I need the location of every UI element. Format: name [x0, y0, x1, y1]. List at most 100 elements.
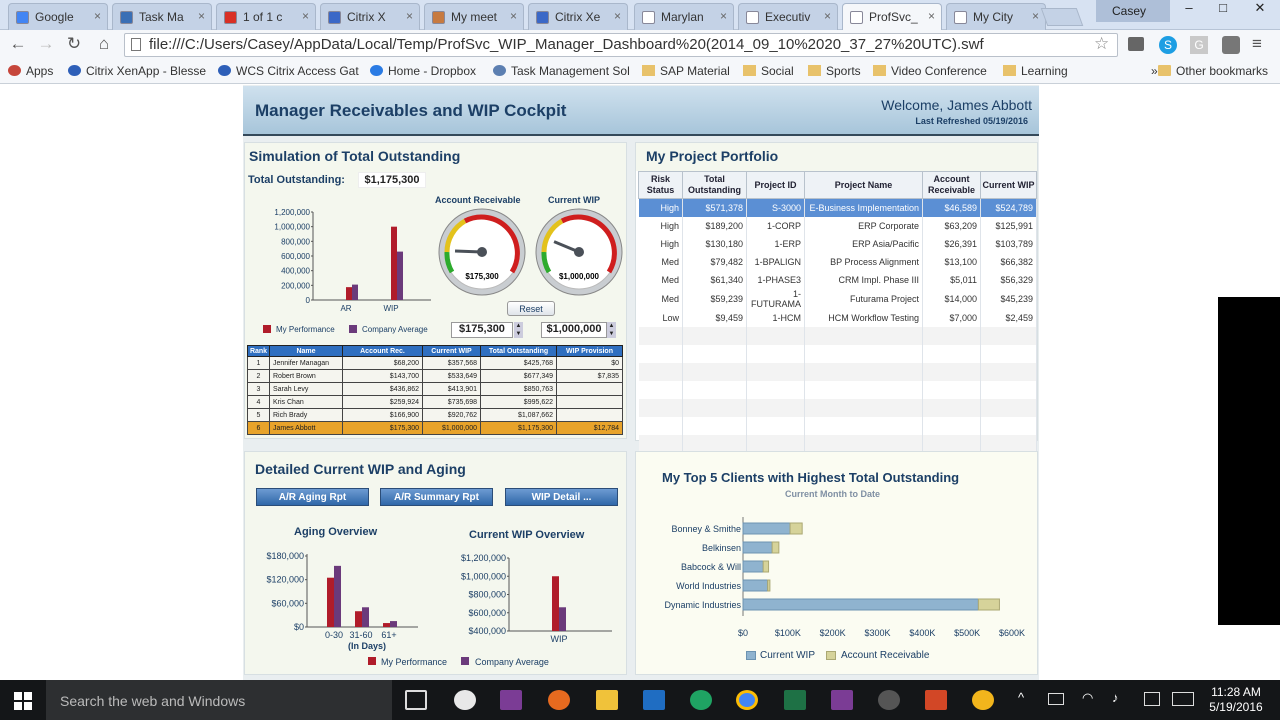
- client-bar-account-receivable[interactable]: [762, 560, 770, 573]
- tab-close-icon[interactable]: ×: [720, 9, 727, 23]
- tab-task-ma[interactable]: Task Ma ×: [112, 3, 212, 30]
- client-bar-account-receivable[interactable]: [977, 598, 1000, 611]
- tab-close-icon[interactable]: ×: [614, 9, 621, 23]
- wip-stepper-icon[interactable]: ▲ ▼: [607, 322, 616, 338]
- tab-1-of-1-c[interactable]: 1 of 1 c ×: [216, 3, 316, 30]
- app-circle-icon[interactable]: [878, 690, 900, 710]
- rank-row[interactable]: 3 Sarah Levy $436,862 $413,901 $850,763: [247, 382, 623, 396]
- battery-icon[interactable]: [1048, 693, 1064, 705]
- aging-bar-my-performance[interactable]: [383, 623, 390, 627]
- taskbar-clock[interactable]: 11:28 AM 5/19/2016: [1196, 685, 1276, 715]
- ar-summary-report-button[interactable]: A/R Summary Rpt: [380, 488, 493, 506]
- excel-icon[interactable]: [784, 690, 806, 710]
- client-bar-current-wip[interactable]: [742, 560, 764, 573]
- back-icon[interactable]: ←: [6, 34, 30, 56]
- tab-citrix-xe[interactable]: Citrix Xe ×: [528, 3, 628, 30]
- bookmark-star-icon[interactable]: ☆: [1094, 34, 1109, 54]
- aging-bar-company-average[interactable]: [390, 621, 397, 627]
- bookmark-learning[interactable]: Learning: [1003, 64, 1068, 78]
- rank-row[interactable]: 6 James Abbott $175,300 $1,000,000 $1,175,30…: [247, 421, 623, 435]
- portfolio-col-project-name[interactable]: Project Name: [804, 171, 923, 199]
- rank-row[interactable]: 2 Robert Brown $143,700 $533,649 $677,349 $7,…: [247, 369, 623, 383]
- aging-bar-my-performance[interactable]: [355, 611, 362, 627]
- extension-icon[interactable]: [1222, 36, 1240, 54]
- portfolio-col-current-wip[interactable]: Current WIP: [980, 171, 1037, 199]
- tab-close-icon[interactable]: ×: [406, 9, 413, 23]
- tab-executiv[interactable]: Executiv ×: [738, 3, 838, 30]
- portfolio-row[interactable]: High $189,200 1-CORP ERP Corporate $63,209 $1…: [638, 216, 1037, 235]
- sim-bar-company-average[interactable]: [397, 251, 403, 300]
- client-bar-account-receivable[interactable]: [789, 522, 803, 535]
- aging-bar-company-average[interactable]: [334, 565, 341, 627]
- extension-g-icon[interactable]: G: [1190, 36, 1208, 54]
- other-bookmarks[interactable]: Other bookmarks: [1158, 64, 1268, 78]
- skype-icon[interactable]: S: [1159, 36, 1177, 54]
- sim-bar-my-performance[interactable]: [346, 287, 352, 300]
- rank-row[interactable]: 5 Rich Brady $166,900 $920,762 $1,087,662: [247, 408, 623, 422]
- bookmark-task-management-sol[interactable]: Task Management Sol: [493, 64, 630, 78]
- portfolio-col-risk-status[interactable]: Risk Status: [638, 171, 683, 199]
- client-bar-current-wip[interactable]: [742, 522, 791, 535]
- bookmark-sap-material[interactable]: SAP Material: [642, 64, 730, 78]
- tab-close-icon[interactable]: ×: [198, 9, 205, 23]
- more-bookmarks-button[interactable]: »: [1133, 64, 1158, 78]
- rank-row[interactable]: 4 Kris Chan $259,924 $735,698 $995,622: [247, 395, 623, 409]
- rank-row[interactable]: 1 Jennifer Managan $68,200 $357,568 $425,768…: [247, 356, 623, 370]
- taskbar-search-input[interactable]: Search the web and Windows: [46, 680, 392, 720]
- ar-aging-report-button[interactable]: A/R Aging Rpt: [256, 488, 369, 506]
- client-bar-account-receivable[interactable]: [771, 541, 780, 554]
- tab-citrix-x[interactable]: Citrix X ×: [320, 3, 420, 30]
- tab-close-icon[interactable]: ×: [928, 9, 935, 23]
- aging-bar-my-performance[interactable]: [327, 577, 334, 627]
- portfolio-col-account-receivable[interactable]: Account Receivable: [922, 171, 981, 199]
- tab-my-meet[interactable]: My meet ×: [424, 3, 524, 30]
- bookmark-wcs-citrix-access-gat[interactable]: WCS Citrix Access Gat: [218, 64, 359, 78]
- tab-close-icon[interactable]: ×: [302, 9, 309, 23]
- sim-bar-company-average[interactable]: [352, 284, 358, 300]
- tab-marylan[interactable]: Marylan ×: [634, 3, 734, 30]
- wip-bar-my-performance[interactable]: [552, 576, 559, 631]
- onenote-2-icon[interactable]: [831, 690, 853, 710]
- ar-input[interactable]: $175,300: [451, 322, 513, 338]
- tab-close-icon[interactable]: ×: [1032, 9, 1039, 23]
- portfolio-row[interactable]: Low $9,459 1-HCM HCM Workflow Testing $7,000…: [638, 308, 1037, 327]
- portfolio-row[interactable]: Med $61,340 1-PHASE3 CRM Impl. Phase III $5,…: [638, 270, 1037, 289]
- bookmark-apps[interactable]: Apps: [8, 64, 53, 78]
- task-view-icon[interactable]: [405, 690, 427, 710]
- wip-input[interactable]: $1,000,000: [541, 322, 607, 338]
- aging-bar-company-average[interactable]: [362, 607, 369, 627]
- forward-icon[interactable]: →: [34, 34, 58, 56]
- minimize-button[interactable]: –: [1172, 0, 1206, 22]
- client-bar-current-wip[interactable]: [742, 579, 769, 592]
- wip-bar-company-average[interactable]: [559, 607, 566, 631]
- cast-icon[interactable]: [1128, 37, 1144, 51]
- tab-close-icon[interactable]: ×: [510, 9, 517, 23]
- firefox-icon[interactable]: [548, 690, 570, 710]
- tab-close-icon[interactable]: ×: [824, 9, 831, 23]
- portfolio-row[interactable]: Med $79,482 1-BPALIGN BP Process Alignment $…: [638, 252, 1037, 271]
- client-bar-current-wip[interactable]: [742, 541, 773, 554]
- tab-google[interactable]: Google ×: [8, 3, 108, 30]
- portfolio-row[interactable]: High $571,378 S-3000 E-Business Implementat…: [638, 198, 1037, 217]
- file-explorer-icon[interactable]: [596, 690, 618, 710]
- home-icon[interactable]: ⌂: [92, 34, 116, 56]
- reset-button[interactable]: Reset: [507, 301, 555, 316]
- keyboard-icon[interactable]: [1172, 692, 1194, 706]
- onenote-icon[interactable]: [500, 690, 522, 710]
- menu-icon[interactable]: ≡: [1252, 34, 1262, 54]
- action-center-icon[interactable]: [1144, 692, 1160, 706]
- maximize-button[interactable]: □: [1206, 0, 1240, 22]
- chrome-icon[interactable]: [736, 690, 758, 710]
- tab-profsvc[interactable]: ProfSvc_ ×: [842, 3, 942, 30]
- hangouts-icon[interactable]: [690, 690, 712, 710]
- powerpoint-icon[interactable]: [925, 690, 947, 710]
- bookmark-social[interactable]: Social: [743, 64, 794, 78]
- cortana-app-icon[interactable]: [454, 690, 476, 710]
- client-bar-current-wip[interactable]: [742, 598, 979, 611]
- wip-detail-button[interactable]: WIP Detail ...: [505, 488, 618, 506]
- address-bar[interactable]: file:///C:/Users/Casey/AppData/Local/Tem…: [124, 33, 1118, 57]
- outlook-icon[interactable]: [643, 690, 665, 710]
- volume-icon[interactable]: ♪: [1112, 690, 1119, 705]
- windows-start-icon[interactable]: [14, 692, 32, 710]
- portfolio-row[interactable]: Med $59,239 1-FUTURAMA Futurama Project $14,…: [638, 288, 1037, 309]
